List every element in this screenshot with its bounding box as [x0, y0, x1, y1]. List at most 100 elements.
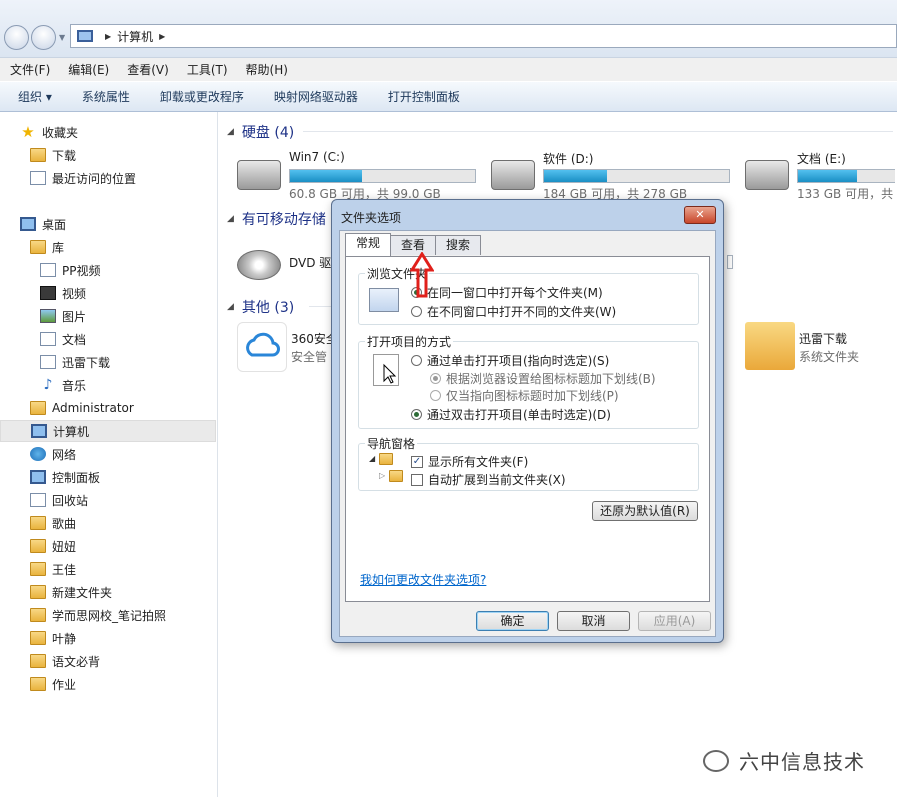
sidebar-item-control-panel[interactable]: 控制面板: [30, 466, 100, 488]
cloud-icon: [237, 322, 287, 372]
drive-e[interactable]: 文档 (E:) 133 GB 可用，共 2: [745, 150, 895, 200]
sidebar-label: 作业: [52, 677, 77, 692]
folder-icon: [30, 608, 46, 622]
drive-d[interactable]: 软件 (D:) 184 GB 可用，共 278 GB: [491, 150, 736, 201]
history-dropdown-icon[interactable]: ▼: [59, 33, 65, 42]
option-label: 根据浏览器设置给图标标题加下划线(B): [446, 372, 656, 386]
sidebar-item-network[interactable]: 网络: [30, 443, 76, 465]
collapse-triangle-icon[interactable]: ◢: [227, 302, 234, 312]
general-tab-panel: 浏览文件夹 在同一窗口中打开每个文件夹(M) 在不同窗口中打开不同的文件夹(W)…: [345, 256, 710, 602]
sidebar-item-yuwen[interactable]: 语文必背: [30, 650, 100, 672]
open-control-panel-button[interactable]: 打开控制面板: [388, 88, 460, 105]
watermark: 六中信息技术: [703, 746, 865, 775]
back-button[interactable]: [4, 25, 29, 50]
close-button[interactable]: ✕: [684, 206, 716, 224]
star-icon: ★: [21, 123, 35, 141]
checkbox-indicator[interactable]: [411, 473, 423, 486]
sidebar-item-administrator[interactable]: Administrator: [30, 397, 134, 419]
drive-name: DVD 驱: [289, 256, 332, 270]
group-header-other[interactable]: ◢ 其他 (3): [227, 297, 294, 317]
click-items-group: 打开项目的方式 通过单击打开项目(指向时选定)(S) 根据浏览器设置给图标标题加…: [358, 333, 699, 429]
group-divider: [309, 306, 333, 307]
sidebar-item-wangjia[interactable]: 王佳: [30, 558, 76, 580]
uninstall-program-button[interactable]: 卸载或更改程序: [160, 88, 244, 105]
sidebar-item-video[interactable]: 视频: [40, 282, 86, 304]
checkbox-show-all-folders[interactable]: ✓ 显示所有文件夹(F): [411, 453, 528, 470]
menu-view[interactable]: 查看(V): [127, 61, 169, 78]
restore-defaults-button[interactable]: 还原为默认值(R): [592, 501, 698, 521]
sidebar-item-music[interactable]: ♪ 音乐: [40, 374, 86, 396]
sidebar-label: 计算机: [53, 424, 90, 439]
radio-indicator[interactable]: [411, 355, 422, 366]
navigation-pane-group: 导航窗格 ◢ ▷ ✓ 显示所有文件夹(F) 自动扩展到当前文件夹(X): [358, 435, 699, 491]
group-label: 打开项目的方式: [365, 333, 454, 350]
group-header-removable[interactable]: ◢ 有可移动存储: [227, 209, 326, 229]
sidebar-label: 视频: [62, 286, 87, 301]
checkbox-indicator[interactable]: ✓: [411, 455, 423, 468]
menu-tools[interactable]: 工具(T): [187, 61, 228, 78]
option-label: 在不同窗口中打开不同的文件夹(W): [427, 305, 617, 319]
sidebar-item-xueersi[interactable]: 学而思网校_笔记拍照: [30, 604, 166, 626]
sidebar-item-downloads[interactable]: 下载: [30, 144, 76, 166]
sidebar-item-thunder-download[interactable]: 迅雷下载: [40, 351, 110, 373]
radio-indicator[interactable]: [411, 306, 422, 317]
sidebar-item-niuniu[interactable]: 妞妞: [30, 535, 76, 557]
folder-icon: [30, 562, 46, 576]
checkbox-auto-expand[interactable]: 自动扩展到当前文件夹(X): [411, 471, 566, 488]
address-field[interactable]: ▶ 计算机 ▶: [70, 24, 897, 48]
sidebar-item-pp-video[interactable]: PP视频: [40, 259, 100, 281]
sidebar-item-new-folder[interactable]: 新建文件夹: [30, 581, 112, 603]
sidebar-item-recent[interactable]: 最近访问的位置: [30, 167, 136, 189]
sidebar-item-documents[interactable]: 文档: [40, 328, 86, 350]
sidebar-item-pictures[interactable]: 图片: [40, 305, 86, 327]
sidebar-label: 迅雷下载: [62, 355, 111, 370]
radio-double-click[interactable]: 通过双击打开项目(单击时选定)(D): [411, 406, 611, 423]
breadcrumb-arrow-icon[interactable]: ▶: [159, 32, 165, 41]
breadcrumb-computer[interactable]: 计算机: [117, 28, 153, 45]
option-label: 显示所有文件夹(F): [428, 455, 529, 469]
cancel-button[interactable]: 取消: [557, 611, 630, 631]
sidebar-label: 音乐: [62, 378, 87, 393]
group-header-hard-disks[interactable]: ◢ 硬盘 (4): [227, 122, 294, 142]
collapse-triangle-icon[interactable]: ◢: [227, 214, 234, 224]
sidebar-item-computer[interactable]: 计算机: [0, 420, 216, 442]
drive-name: Win7 (C:): [289, 150, 345, 164]
option-label: 仅当指向图标标题时加下划线(P): [446, 389, 619, 403]
radio-same-window[interactable]: 在同一窗口中打开每个文件夹(M): [411, 284, 603, 301]
folder-options-dialog: 文件夹选项 ✕ 常规 查看 搜索 浏览文件夹 在同一窗口中打开每个文件夹(M) …: [331, 199, 724, 643]
radio-new-window[interactable]: 在不同窗口中打开不同的文件夹(W): [411, 303, 616, 320]
sidebar-item-libraries[interactable]: 库: [30, 236, 64, 258]
drive-usage-bar: [797, 169, 895, 183]
tab-search[interactable]: 搜索: [435, 235, 482, 255]
sidebar-item-homework[interactable]: 作业: [30, 673, 76, 695]
breadcrumb-arrow-icon[interactable]: ▶: [105, 32, 111, 41]
computer-icon: [77, 30, 93, 42]
sidebar-item-recycle-bin[interactable]: 回收站: [30, 489, 88, 511]
thunder-download-folder[interactable]: 迅雷下载 系统文件夹: [745, 322, 895, 372]
sidebar-label: 控制面板: [52, 470, 101, 485]
radio-indicator[interactable]: [411, 409, 422, 420]
menu-file[interactable]: 文件(F): [10, 61, 50, 78]
collapse-triangle-icon[interactable]: ◢: [227, 127, 234, 137]
drive-c[interactable]: Win7 (C:) 60.8 GB 可用，共 99.0 GB: [237, 150, 482, 201]
system-properties-button[interactable]: 系统属性: [82, 88, 130, 105]
sidebar-item-yejing[interactable]: 叶静: [30, 627, 76, 649]
sidebar-label: 王佳: [52, 562, 77, 577]
wechat-icon: [703, 749, 729, 772]
radio-single-click[interactable]: 通过单击打开项目(指向时选定)(S): [411, 352, 609, 369]
organize-button[interactable]: 组织 ▾: [18, 88, 52, 105]
menu-edit[interactable]: 编辑(E): [68, 61, 109, 78]
sidebar-item-desktop[interactable]: 桌面: [20, 213, 66, 235]
sidebar-item-songs[interactable]: 歌曲: [30, 512, 76, 534]
menu-help[interactable]: 帮助(H): [246, 61, 288, 78]
ok-button[interactable]: 确定: [476, 611, 549, 631]
tab-general[interactable]: 常规: [345, 233, 392, 256]
option-label: 自动扩展到当前文件夹(X): [428, 473, 566, 487]
sidebar-label: 库: [52, 240, 65, 255]
sidebar-item-favorites[interactable]: ★ 收藏夹: [20, 121, 78, 143]
help-link[interactable]: 我如何更改文件夹选项?: [360, 571, 486, 588]
map-network-drive-button[interactable]: 映射网络驱动器: [274, 88, 358, 105]
pictures-icon: [40, 309, 56, 323]
menu-bar: 文件(F) 编辑(E) 查看(V) 工具(T) 帮助(H): [0, 58, 897, 81]
forward-button[interactable]: [31, 25, 56, 50]
